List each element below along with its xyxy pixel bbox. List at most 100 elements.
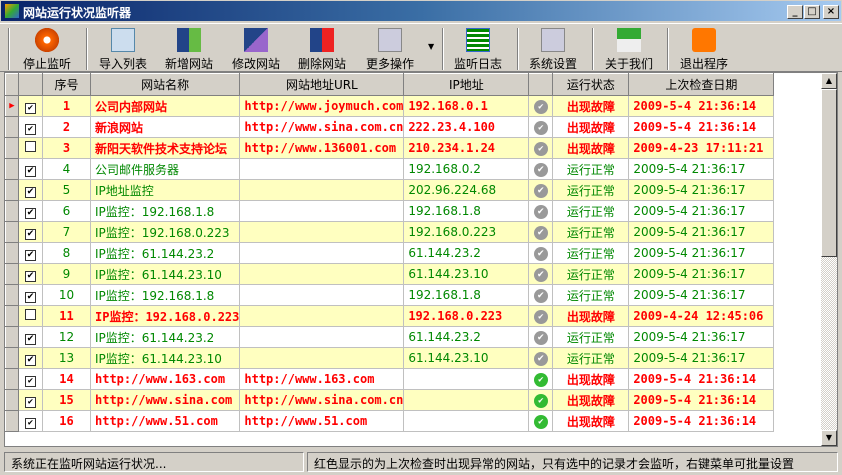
checkbox[interactable]: ✔: [25, 228, 36, 240]
row-header[interactable]: [5, 347, 19, 369]
table-row[interactable]: ✔ 16 http://www.51.com http://www.51.com…: [5, 410, 775, 432]
table-row[interactable]: ✔ 14 http://www.163.com http://www.163.c…: [5, 368, 775, 390]
scroll-thumb[interactable]: [821, 89, 837, 257]
row-header[interactable]: [5, 221, 19, 243]
vertical-scrollbar[interactable]: ▲ ▼: [821, 73, 837, 446]
more-actions-dropdown-arrow[interactable]: ▼: [428, 42, 434, 51]
column-header-name[interactable]: 网站名称: [89, 73, 241, 96]
toolbar-button-more-actions[interactable]: 更多操作: [357, 26, 423, 72]
row-checkbox[interactable]: ✔: [18, 347, 43, 369]
toolbar-button-exit[interactable]: 退出程序: [671, 26, 737, 72]
table-row[interactable]: ✔ 15 http://www.sina.com http://www.sina…: [5, 389, 775, 411]
table-row[interactable]: ✔ 5 IP地址监控 202.96.224.68 ✔ 运行正常 2009-5-4…: [5, 179, 775, 201]
row-checkbox[interactable]: ✔: [18, 326, 43, 348]
row-checkbox[interactable]: [18, 137, 43, 159]
row-checkbox[interactable]: ✔: [18, 368, 43, 390]
log-icon: [466, 28, 490, 52]
checkbox[interactable]: ✔: [25, 291, 36, 303]
checkbox[interactable]: ✔: [25, 165, 36, 177]
check-status-icon: ✔: [533, 415, 548, 429]
row-checkbox[interactable]: ✔: [18, 410, 43, 432]
checkbox[interactable]: [25, 141, 36, 152]
row-header[interactable]: [5, 158, 19, 180]
checkbox[interactable]: ✔: [25, 375, 36, 387]
table-row[interactable]: ✔ 10 IP监控：192.168.1.8 192.168.1.8 ✔ 运行正常…: [5, 284, 775, 306]
toolbar-button-delete-site[interactable]: 删除网站: [289, 26, 355, 72]
row-checkbox[interactable]: ✔: [18, 200, 43, 222]
cell-status: 运行正常: [552, 200, 630, 222]
row-header[interactable]: [5, 305, 19, 327]
column-header-status[interactable]: 运行状态: [552, 73, 630, 96]
toolbar-button-add-site[interactable]: 新增网站: [156, 26, 222, 72]
column-header-no[interactable]: 序号: [42, 73, 91, 96]
cell-url: http://www.sina.com.cn: [239, 116, 405, 138]
row-header[interactable]: [5, 116, 19, 138]
row-header[interactable]: [5, 389, 19, 411]
row-checkbox[interactable]: ✔: [18, 284, 43, 306]
row-checkbox[interactable]: [18, 305, 43, 327]
table-row[interactable]: ✔ 13 IP监控：61.144.23.10 61.144.23.10 ✔ 运行…: [5, 347, 775, 369]
row-checkbox[interactable]: ✔: [18, 116, 43, 138]
table-row[interactable]: ✔ 7 IP监控：192.168.0.223 192.168.0.223 ✔ 运…: [5, 221, 775, 243]
checkbox[interactable]: ✔: [25, 186, 36, 198]
toolbar-button-stop[interactable]: 停止监听: [14, 26, 80, 72]
table-row[interactable]: ✔ 8 IP监控：61.144.23.2 61.144.23.2 ✔ 运行正常 …: [5, 242, 775, 264]
row-header[interactable]: [5, 368, 19, 390]
row-checkbox[interactable]: ✔: [18, 221, 43, 243]
row-header[interactable]: [5, 179, 19, 201]
checkbox[interactable]: ✔: [25, 396, 36, 408]
table-row[interactable]: ✔ 9 IP监控：61.144.23.10 61.144.23.10 ✔ 运行正…: [5, 263, 775, 285]
row-checkbox[interactable]: ✔: [18, 242, 43, 264]
row-checkbox[interactable]: ✔: [18, 263, 43, 285]
checkbox[interactable]: ✔: [25, 249, 36, 261]
row-header[interactable]: [5, 263, 19, 285]
table-row[interactable]: 3 新阳天软件技术支持论坛 http://www.136001.com 210.…: [5, 137, 775, 159]
row-header[interactable]: [5, 326, 19, 348]
toolbar-button-edit-site[interactable]: 修改网站: [223, 26, 289, 72]
checkbox[interactable]: ✔: [25, 270, 36, 282]
column-header-ip[interactable]: IP地址: [403, 73, 530, 96]
row-checkbox[interactable]: ✔: [18, 158, 43, 180]
toolbar-button-settings[interactable]: 系统设置: [520, 26, 586, 72]
row-header[interactable]: [5, 284, 19, 306]
checkbox[interactable]: ✔: [25, 102, 36, 114]
checkbox[interactable]: ✔: [25, 123, 36, 135]
row-header[interactable]: [5, 137, 19, 159]
row-checkbox[interactable]: ✔: [18, 95, 43, 117]
row-header[interactable]: [5, 410, 19, 432]
close-button[interactable]: ×: [823, 5, 839, 19]
column-header-icon[interactable]: [528, 73, 554, 96]
checkbox[interactable]: ✔: [25, 354, 36, 366]
checkbox[interactable]: ✔: [25, 333, 36, 345]
toolbar-button-log[interactable]: 监听日志: [445, 26, 511, 72]
site-grid[interactable]: 序号 网站名称 网站地址URL IP地址 运行状态 上次检查日期 ▶ ✔ 1 公…: [4, 72, 838, 447]
table-row[interactable]: ✔ 4 公司邮件服务器 192.168.0.2 ✔ 运行正常 2009-5-4 …: [5, 158, 775, 180]
maximize-button[interactable]: □: [804, 5, 820, 19]
scroll-down-button[interactable]: ▼: [821, 430, 837, 446]
toolbar-button-home[interactable]: 关于我们: [596, 26, 662, 72]
column-header-check[interactable]: [18, 73, 43, 96]
table-row[interactable]: 11 IP监控：192.168.0.223 192.168.0.223 ✔ 出现…: [5, 305, 775, 327]
cell-no: 12: [42, 326, 91, 348]
row-header[interactable]: [5, 242, 19, 264]
table-row[interactable]: ▶ ✔ 1 公司内部网站 http://www.joymuch.com 192.…: [5, 95, 775, 117]
row-header[interactable]: [5, 200, 19, 222]
table-row[interactable]: ✔ 2 新浪网站 http://www.sina.com.cn 222.23.4…: [5, 116, 775, 138]
table-row[interactable]: ✔ 12 IP监控：61.144.23.2 61.144.23.2 ✔ 运行正常…: [5, 326, 775, 348]
column-header-url[interactable]: 网站地址URL: [239, 73, 405, 96]
toolbar-button-label: 监听日志: [453, 57, 502, 71]
table-row[interactable]: ✔ 6 IP监控：192.168.1.8 192.168.1.8 ✔ 运行正常 …: [5, 200, 775, 222]
checkbox[interactable]: ✔: [25, 417, 36, 429]
checkbox[interactable]: [25, 309, 36, 320]
minimize-button[interactable]: _: [787, 5, 803, 19]
toolbar-button-import-list[interactable]: 导入列表: [90, 26, 156, 72]
scroll-up-button[interactable]: ▲: [821, 73, 837, 89]
row-checkbox[interactable]: ✔: [18, 179, 43, 201]
toolbar-button-label: 导入列表: [98, 57, 147, 71]
checkbox[interactable]: ✔: [25, 207, 36, 219]
row-checkbox[interactable]: ✔: [18, 389, 43, 411]
column-header-date[interactable]: 上次检查日期: [628, 73, 775, 96]
cell-url: [239, 221, 405, 243]
row-header[interactable]: ▶: [5, 95, 19, 117]
cell-status: 出现故障: [552, 137, 630, 159]
